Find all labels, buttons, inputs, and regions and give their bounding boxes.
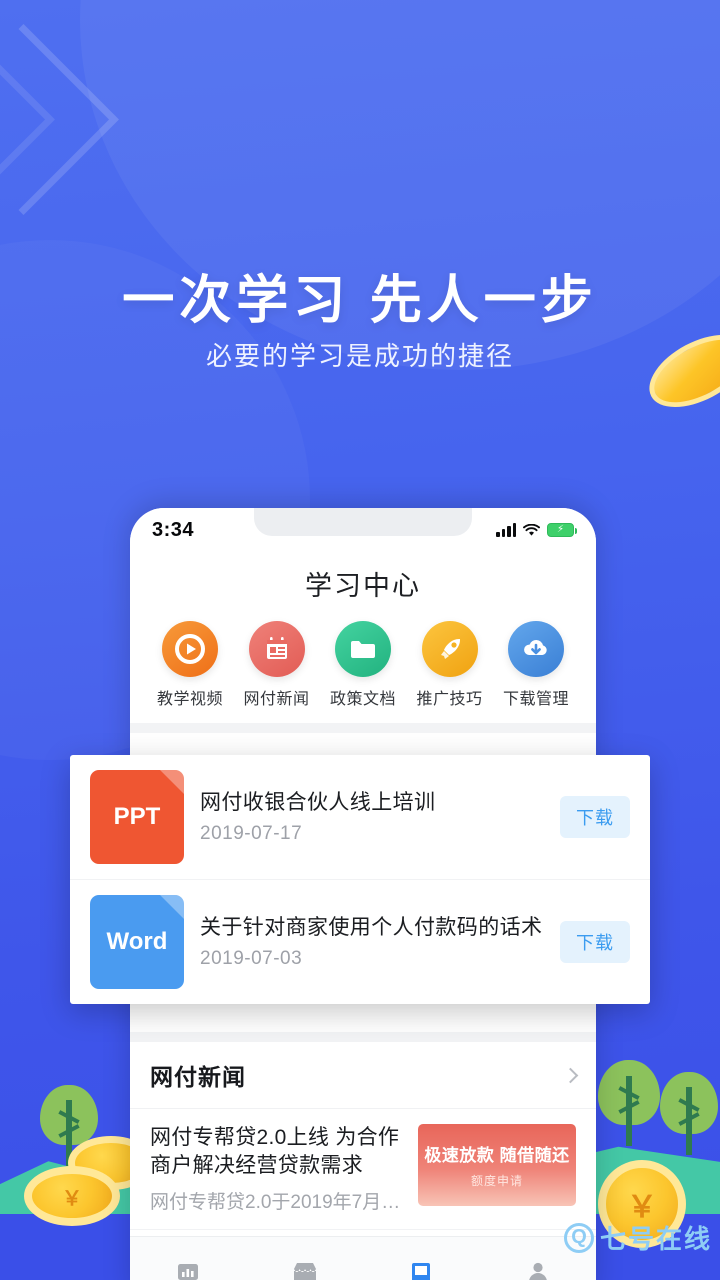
wifi-icon <box>523 523 540 536</box>
news-desc: 网付专帮贷2.0于2019年7月1日... <box>150 1191 404 1213</box>
document-title: 网付收银合伙人线上培训 <box>200 790 436 814</box>
newspaper-icon <box>248 621 305 677</box>
tab-chart-bar-icon[interactable] <box>173 1257 203 1280</box>
document-date: 2019-07-03 <box>200 948 303 970</box>
page-subtitle: 必要的学习是成功的捷径 <box>205 341 514 371</box>
tab-person-icon[interactable] <box>523 1257 553 1280</box>
battery-charging-icon: ⚡ <box>547 523 577 537</box>
status-time: 3:34 <box>152 518 195 541</box>
chevron-right-icon[interactable] <box>562 1067 579 1083</box>
download-button[interactable]: 下载 <box>560 921 630 963</box>
section-title: 网付新闻 <box>150 1064 246 1090</box>
category-label: 下载管理 <box>502 691 569 708</box>
promo-screenshot: ￥ ￥ 一次学习 先人一步 必要的学习是成功的捷径 3:34 ⚡ 学习中心 教学… <box>0 0 720 1280</box>
category-item-downloads[interactable]: 下载管理 <box>498 621 574 709</box>
file-type-label: Word <box>106 928 168 955</box>
news-list-item[interactable]: 网付专帮贷2.0上线 为合作商户解决经营贷款需求 网付专帮贷2.0于2019年7… <box>130 1109 596 1230</box>
folder-icon <box>335 621 391 677</box>
section-news-header[interactable]: 网付新闻 <box>130 1042 596 1109</box>
rocket-icon <box>421 621 478 677</box>
document-date: 2019-07-17 <box>200 823 303 845</box>
page-title: 一次学习 先人一步 <box>122 272 598 330</box>
news-thumb-line1: 极速放款 随借随还 <box>424 1146 570 1165</box>
category-row: 教学视频 网付新闻 政策文档 推广技巧 下载管理 <box>130 603 596 709</box>
app-title: 学习中心 <box>305 571 421 601</box>
category-item-news[interactable]: 网付新闻 <box>239 621 315 709</box>
category-label: 政策文档 <box>329 691 396 708</box>
phone-notch <box>254 508 472 536</box>
app-header: 学习中心 教学视频 网付新闻 政策文档 推广技巧 下载管理 <box>130 552 596 723</box>
category-label: 网付新闻 <box>243 691 310 708</box>
document-title: 关于针对商家使用个人付款码的话术 <box>200 915 543 939</box>
bottom-tab-bar <box>130 1236 596 1280</box>
signal-bars-icon <box>496 523 516 537</box>
tab-book-icon[interactable] <box>406 1257 436 1280</box>
news-title: 网付专帮贷2.0上线 为合作商户解决经营贷款需求 <box>150 1126 400 1178</box>
file-type-label: PPT <box>113 803 161 830</box>
category-item-tips[interactable]: 推广技巧 <box>412 621 488 709</box>
play-circle-icon <box>162 621 218 677</box>
cloud-download-icon <box>508 621 564 677</box>
ppt-file-icon: PPT <box>90 770 184 864</box>
tree-decoration-right-b <box>660 1072 718 1158</box>
battery-bolt-glyph: ⚡ <box>556 524 565 535</box>
tree-decoration-right-a <box>598 1060 660 1150</box>
document-row[interactable]: Word 关于针对商家使用个人付款码的话术 2019-07-03 下载 <box>70 880 650 1004</box>
status-bar: 3:34 ⚡ <box>130 508 596 552</box>
news-thumb-line2: 额度申请 <box>470 1174 523 1188</box>
category-item-video[interactable]: 教学视频 <box>152 621 228 709</box>
category-label: 推广技巧 <box>416 691 483 708</box>
category-item-docs[interactable]: 政策文档 <box>325 621 401 709</box>
download-button[interactable]: 下载 <box>560 796 630 838</box>
chevron-decoration-secondary-icon <box>0 24 55 215</box>
tree-decoration-left <box>40 1085 98 1169</box>
news-thumbnail: 极速放款 随借随还 额度申请 <box>418 1124 576 1206</box>
document-row[interactable]: PPT 网付收银合伙人线上培训 2019-07-17 下载 <box>70 755 650 880</box>
category-label: 教学视频 <box>156 691 223 708</box>
word-file-icon: Word <box>90 895 184 989</box>
chevron-decoration-icon <box>0 24 119 215</box>
docs-overlay-card: PPT 网付收银合伙人线上培训 2019-07-17 下载 Word 关于针对商… <box>70 755 650 1004</box>
tab-store-icon[interactable] <box>290 1257 320 1280</box>
